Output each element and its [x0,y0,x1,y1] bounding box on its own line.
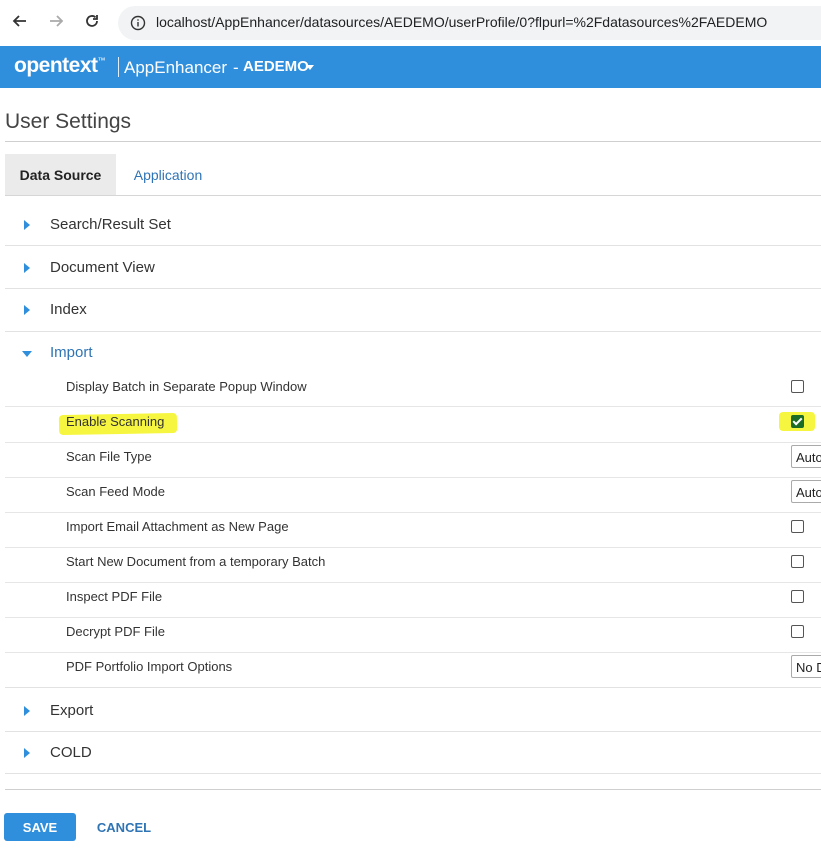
setting-enable-scanning: Enable Scanning [5,405,821,440]
back-button[interactable] [8,9,32,33]
browser-toolbar: localhost/AppEnhancer/datasources/AEDEMO… [0,0,821,46]
setting-label: Decrypt PDF File [66,624,165,639]
scan-feed-mode-select[interactable]: Auto [791,480,821,503]
section-label: Import [50,344,93,361]
setting-import-email-attachment: Import Email Attachment as New Page [5,510,821,545]
setting-label: Enable Scanning [66,414,165,429]
save-button[interactable]: SAVE [4,813,76,841]
caret-right-icon [24,263,30,273]
setting-label: Inspect PDF File [66,589,163,604]
setting-label: Display Batch in Separate Popup Window [66,379,307,394]
setting-decrypt-pdf: Decrypt PDF File [5,615,821,650]
setting-scan-file-type: Scan File Type Auto [5,440,821,475]
section-label: COLD [50,744,92,761]
app-name: AppEnhancer [124,58,228,77]
app-header: opentext™ AppEnhancer - AEDEMO [0,46,821,88]
setting-label: Scan File Type [66,449,152,464]
caret-right-icon [24,748,30,758]
section-label: Index [50,301,87,318]
caret-right-icon [24,706,30,716]
setting-label: PDF Portfolio Import Options [66,659,233,674]
address-bar[interactable]: localhost/AppEnhancer/datasources/AEDEMO… [118,6,821,40]
title-divider [5,141,821,142]
datasource-dash: - [233,58,239,77]
inspect-pdf-checkbox[interactable] [791,590,804,603]
start-new-document-checkbox[interactable] [791,555,804,568]
url-text[interactable]: localhost/AppEnhancer/datasources/AEDEMO… [156,14,767,30]
caret-right-icon [24,220,30,230]
caret-down-icon[interactable] [306,65,314,70]
setting-pdf-portfolio: PDF Portfolio Import Options No D [5,650,821,685]
arrow-right-icon [50,15,64,27]
import-email-attachment-checkbox[interactable] [791,520,804,533]
section-divider [5,245,821,246]
section-label: Search/Result Set [50,216,171,233]
section-document-view[interactable]: Document View [5,247,821,289]
trademark: ™ [97,56,106,65]
tab-application[interactable]: Application [118,154,218,195]
footer-divider [5,789,821,790]
section-divider [5,687,821,688]
section-label: Export [50,702,94,719]
reload-button[interactable] [80,9,104,33]
section-search-result-set[interactable]: Search/Result Set [5,204,821,246]
setting-inspect-pdf: Inspect PDF File [5,580,821,615]
brand-separator [118,57,119,77]
arrow-left-icon [12,15,26,27]
setting-label: Scan Feed Mode [66,484,166,499]
site-info-icon[interactable] [130,15,146,36]
section-label: Document View [50,259,155,276]
tab-divider [5,195,821,196]
setting-scan-feed-mode: Scan Feed Mode Auto [5,475,821,510]
section-divider [5,773,821,774]
datasource-dropdown[interactable]: AEDEMO [243,58,309,75]
forward-button[interactable] [44,9,68,33]
section-import[interactable]: Import [5,332,821,374]
reload-icon [86,15,98,27]
section-export[interactable]: Export [5,690,821,732]
caret-down-icon [22,351,32,357]
caret-right-icon [24,305,30,315]
section-cold[interactable]: COLD [5,732,821,774]
page-title: User Settings [5,110,132,133]
enable-scanning-checkbox[interactable] [791,415,804,428]
section-index[interactable]: Index [5,289,821,331]
cancel-button[interactable]: CANCEL [96,813,152,841]
setting-start-new-document: Start New Document from a temporary Batc… [5,545,821,580]
display-batch-popup-checkbox[interactable] [791,380,804,393]
setting-display-batch-popup: Display Batch in Separate Popup Window [5,370,821,405]
brand-logo[interactable]: opentext™ [14,54,105,78]
decrypt-pdf-checkbox[interactable] [791,625,804,638]
setting-label: Import Email Attachment as New Page [66,519,289,534]
tab-data-source[interactable]: Data Source [5,154,116,195]
scan-file-type-select[interactable]: Auto [791,445,821,468]
brand-name: opentext [14,54,98,77]
setting-label: Start New Document from a temporary Batc… [66,554,326,569]
pdf-portfolio-select[interactable]: No D [791,655,821,678]
